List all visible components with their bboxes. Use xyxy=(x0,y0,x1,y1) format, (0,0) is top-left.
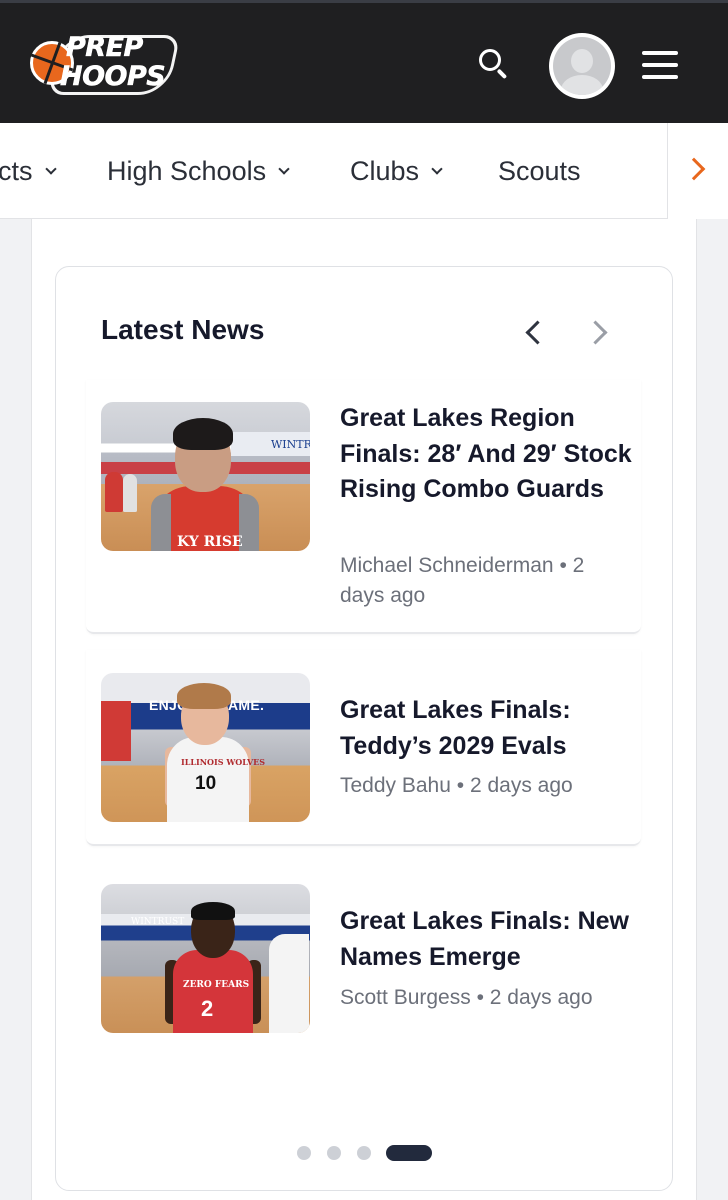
meta-separator: • xyxy=(559,554,567,577)
carousel-prev-button[interactable] xyxy=(518,316,548,346)
logo-text: PREP HOOPS xyxy=(60,32,166,92)
article-date: 2 days ago xyxy=(489,986,593,1009)
logo-line-1: PREP xyxy=(66,32,144,63)
photo-jersey-text: ILLINOIS WOLVES xyxy=(181,757,266,767)
photo-jersey-text: KY RISE xyxy=(177,534,243,550)
menu-bar xyxy=(642,75,678,79)
chevron-down-icon xyxy=(44,163,57,175)
top-header: PREP HOOPS xyxy=(0,0,728,123)
article-headline[interactable]: Great Lakes Region Finals: 28′ And 29′ S… xyxy=(340,401,635,508)
carousel-dot[interactable] xyxy=(357,1146,371,1160)
latest-news-title: Latest News xyxy=(101,314,265,345)
search-button[interactable] xyxy=(472,43,512,83)
photo-banner: WINTRUST xyxy=(131,917,185,927)
article-headline[interactable]: Great Lakes Finals: Teddy’s 2029 Evals xyxy=(340,693,635,764)
menu-bar xyxy=(642,51,678,55)
nav-scroll-right-button[interactable] xyxy=(667,123,728,219)
nav-item-clubs[interactable]: Clubs xyxy=(350,123,443,219)
photo-jersey-number: 10 xyxy=(195,773,217,794)
meta-separator: • xyxy=(476,986,484,1009)
photo-wall xyxy=(101,701,131,761)
photo-bg-player xyxy=(269,934,309,1033)
prep-hoops-logo[interactable]: PREP HOOPS xyxy=(30,32,181,99)
article-author: Scott Burgess xyxy=(340,986,471,1009)
hamburger-menu-button[interactable] xyxy=(642,51,678,81)
search-icon-handle xyxy=(496,68,508,80)
photo-player-hair xyxy=(173,418,233,450)
article-meta: Michael Schneiderman • 2 days ago xyxy=(340,551,630,611)
carousel-dot-active[interactable] xyxy=(386,1145,432,1161)
logo-line-2: HOOPS xyxy=(60,61,166,92)
photo-player-hair xyxy=(177,683,231,709)
article-meta: Scott Burgess • 2 days ago xyxy=(340,983,630,1013)
nav-item-label: High Schools xyxy=(107,155,267,186)
chevron-down-icon xyxy=(278,163,290,175)
nav-item-label: Scouts xyxy=(498,155,581,186)
search-icon xyxy=(479,49,501,71)
nav-item-label: cts xyxy=(0,155,33,186)
article-meta: Teddy Bahu • 2 days ago xyxy=(340,771,630,801)
carousel-dot[interactable] xyxy=(297,1146,311,1160)
article-photo[interactable]: ENJO HE GAME. ILLINOIS WOLVES 10 xyxy=(101,673,310,822)
nav-item-label: Clubs xyxy=(350,155,420,186)
user-avatar-icon xyxy=(553,37,611,95)
carousel-dot[interactable] xyxy=(327,1146,341,1160)
article-photo[interactable]: WINTRUST ZERO FEARS 2 xyxy=(101,884,310,1033)
photo-bg-player xyxy=(123,474,137,512)
photo-jersey-number: 2 xyxy=(201,996,214,1021)
article-author: Michael Schneiderman xyxy=(340,554,554,577)
category-nav: cts High Schools Clubs Scouts xyxy=(0,123,728,219)
nav-item-prospects[interactable]: cts xyxy=(0,123,57,219)
meta-separator: • xyxy=(456,774,465,797)
photo-jersey-text: ZERO FEARS xyxy=(183,980,250,990)
photo-player-hair xyxy=(191,902,235,920)
photo-banner: WINTR xyxy=(231,432,310,456)
menu-bar xyxy=(642,63,678,67)
nav-item-scouts[interactable]: Scouts xyxy=(498,123,581,219)
article-author: Teddy Bahu xyxy=(340,774,451,797)
nav-item-high-schools[interactable]: High Schools xyxy=(107,123,290,219)
chevron-right-icon xyxy=(682,157,706,181)
chevron-down-icon xyxy=(431,163,443,175)
article-headline[interactable]: Great Lakes Finals: New Names Emerge xyxy=(340,904,635,975)
photo-player-sleeve xyxy=(151,494,171,551)
article-date: 2 days ago xyxy=(469,774,573,797)
carousel-next-button[interactable] xyxy=(584,316,614,346)
user-avatar-button[interactable] xyxy=(549,33,615,99)
article-photo[interactable]: WINTR KY RISE xyxy=(101,402,310,551)
photo-bg-player xyxy=(105,472,123,512)
